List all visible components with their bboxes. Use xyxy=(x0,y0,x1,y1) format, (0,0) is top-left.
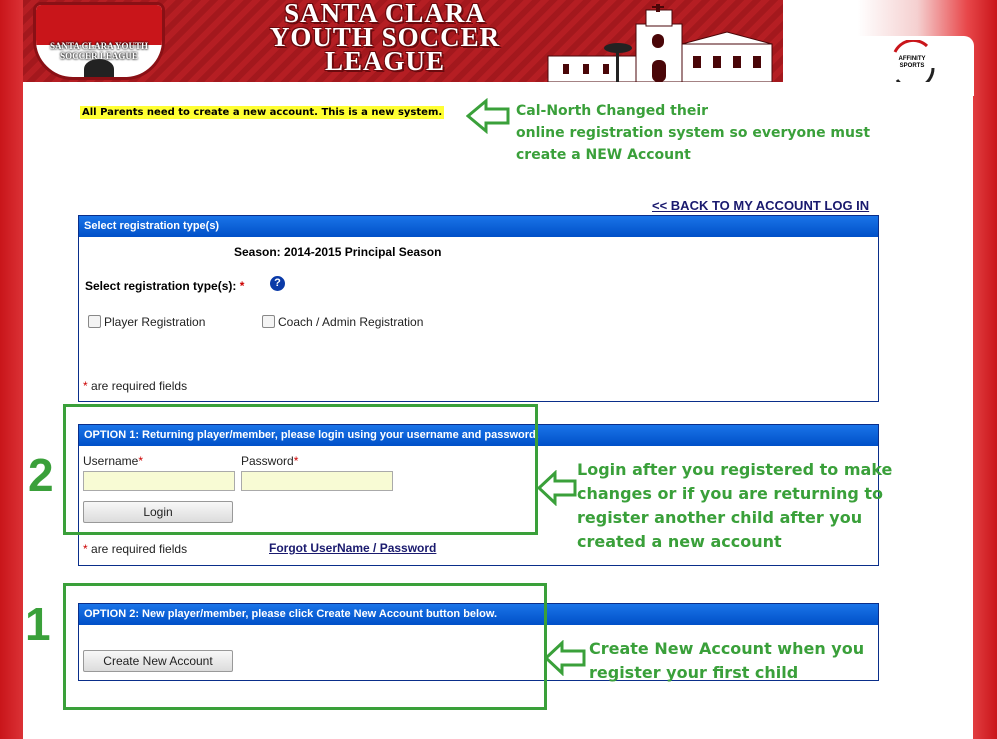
crest-text: SANTA CLARA YOUTH SOCCER LEAGUE xyxy=(49,41,148,61)
option2-highlight-box xyxy=(63,583,547,710)
registration-type-panel: Select registration type(s) Season: 2014… xyxy=(78,215,879,402)
annotation-top: Cal-North Changed their online registrat… xyxy=(516,103,871,163)
required-fields-note: * are required fields xyxy=(83,542,188,556)
season-label: Season: 2014-2015 Principal Season xyxy=(234,245,442,259)
help-icon[interactable]: ? xyxy=(270,276,285,291)
arrow-left-icon xyxy=(544,640,586,676)
back-to-login-link[interactable]: << BACK TO MY ACCOUNT LOG IN xyxy=(652,198,869,213)
mission-building-icon xyxy=(528,4,780,82)
affinity-text: AFFINITY SPORTS xyxy=(898,56,926,69)
annotation-login: Login after you registered to make chang… xyxy=(577,460,893,551)
arrow-left-icon xyxy=(466,98,510,134)
option1-highlight-box xyxy=(63,404,538,535)
affinity-sports-logo: AFFINITY SPORTS xyxy=(887,38,937,90)
header-banner: SANTA CLARA YOUTH SOCCER LEAGUE SANTA CL… xyxy=(23,0,783,82)
required-fields-note: * are required fields xyxy=(83,379,188,393)
coach-admin-registration-checkbox[interactable] xyxy=(262,315,275,328)
arrow-left-icon xyxy=(537,470,577,506)
soccer-ball-icon xyxy=(84,59,114,77)
new-system-notice: All Parents need to create a new account… xyxy=(80,106,445,119)
coach-admin-registration-label: Coach / Admin Registration xyxy=(278,315,424,329)
step-number-2: 2 xyxy=(28,449,54,501)
league-crest-logo: SANTA CLARA YOUTH SOCCER LEAGUE xyxy=(33,2,165,80)
player-registration-checkbox[interactable] xyxy=(88,315,101,328)
player-registration-label: Player Registration xyxy=(104,315,206,329)
panel-header: Select registration type(s) xyxy=(79,216,878,237)
annotation-create-account: Create New Account when you register you… xyxy=(589,639,865,682)
registration-type-label: Select registration type(s): * xyxy=(85,279,245,293)
step-number-1: 1 xyxy=(25,598,51,650)
forgot-username-password-link[interactable]: Forgot UserName / Password xyxy=(269,541,436,555)
